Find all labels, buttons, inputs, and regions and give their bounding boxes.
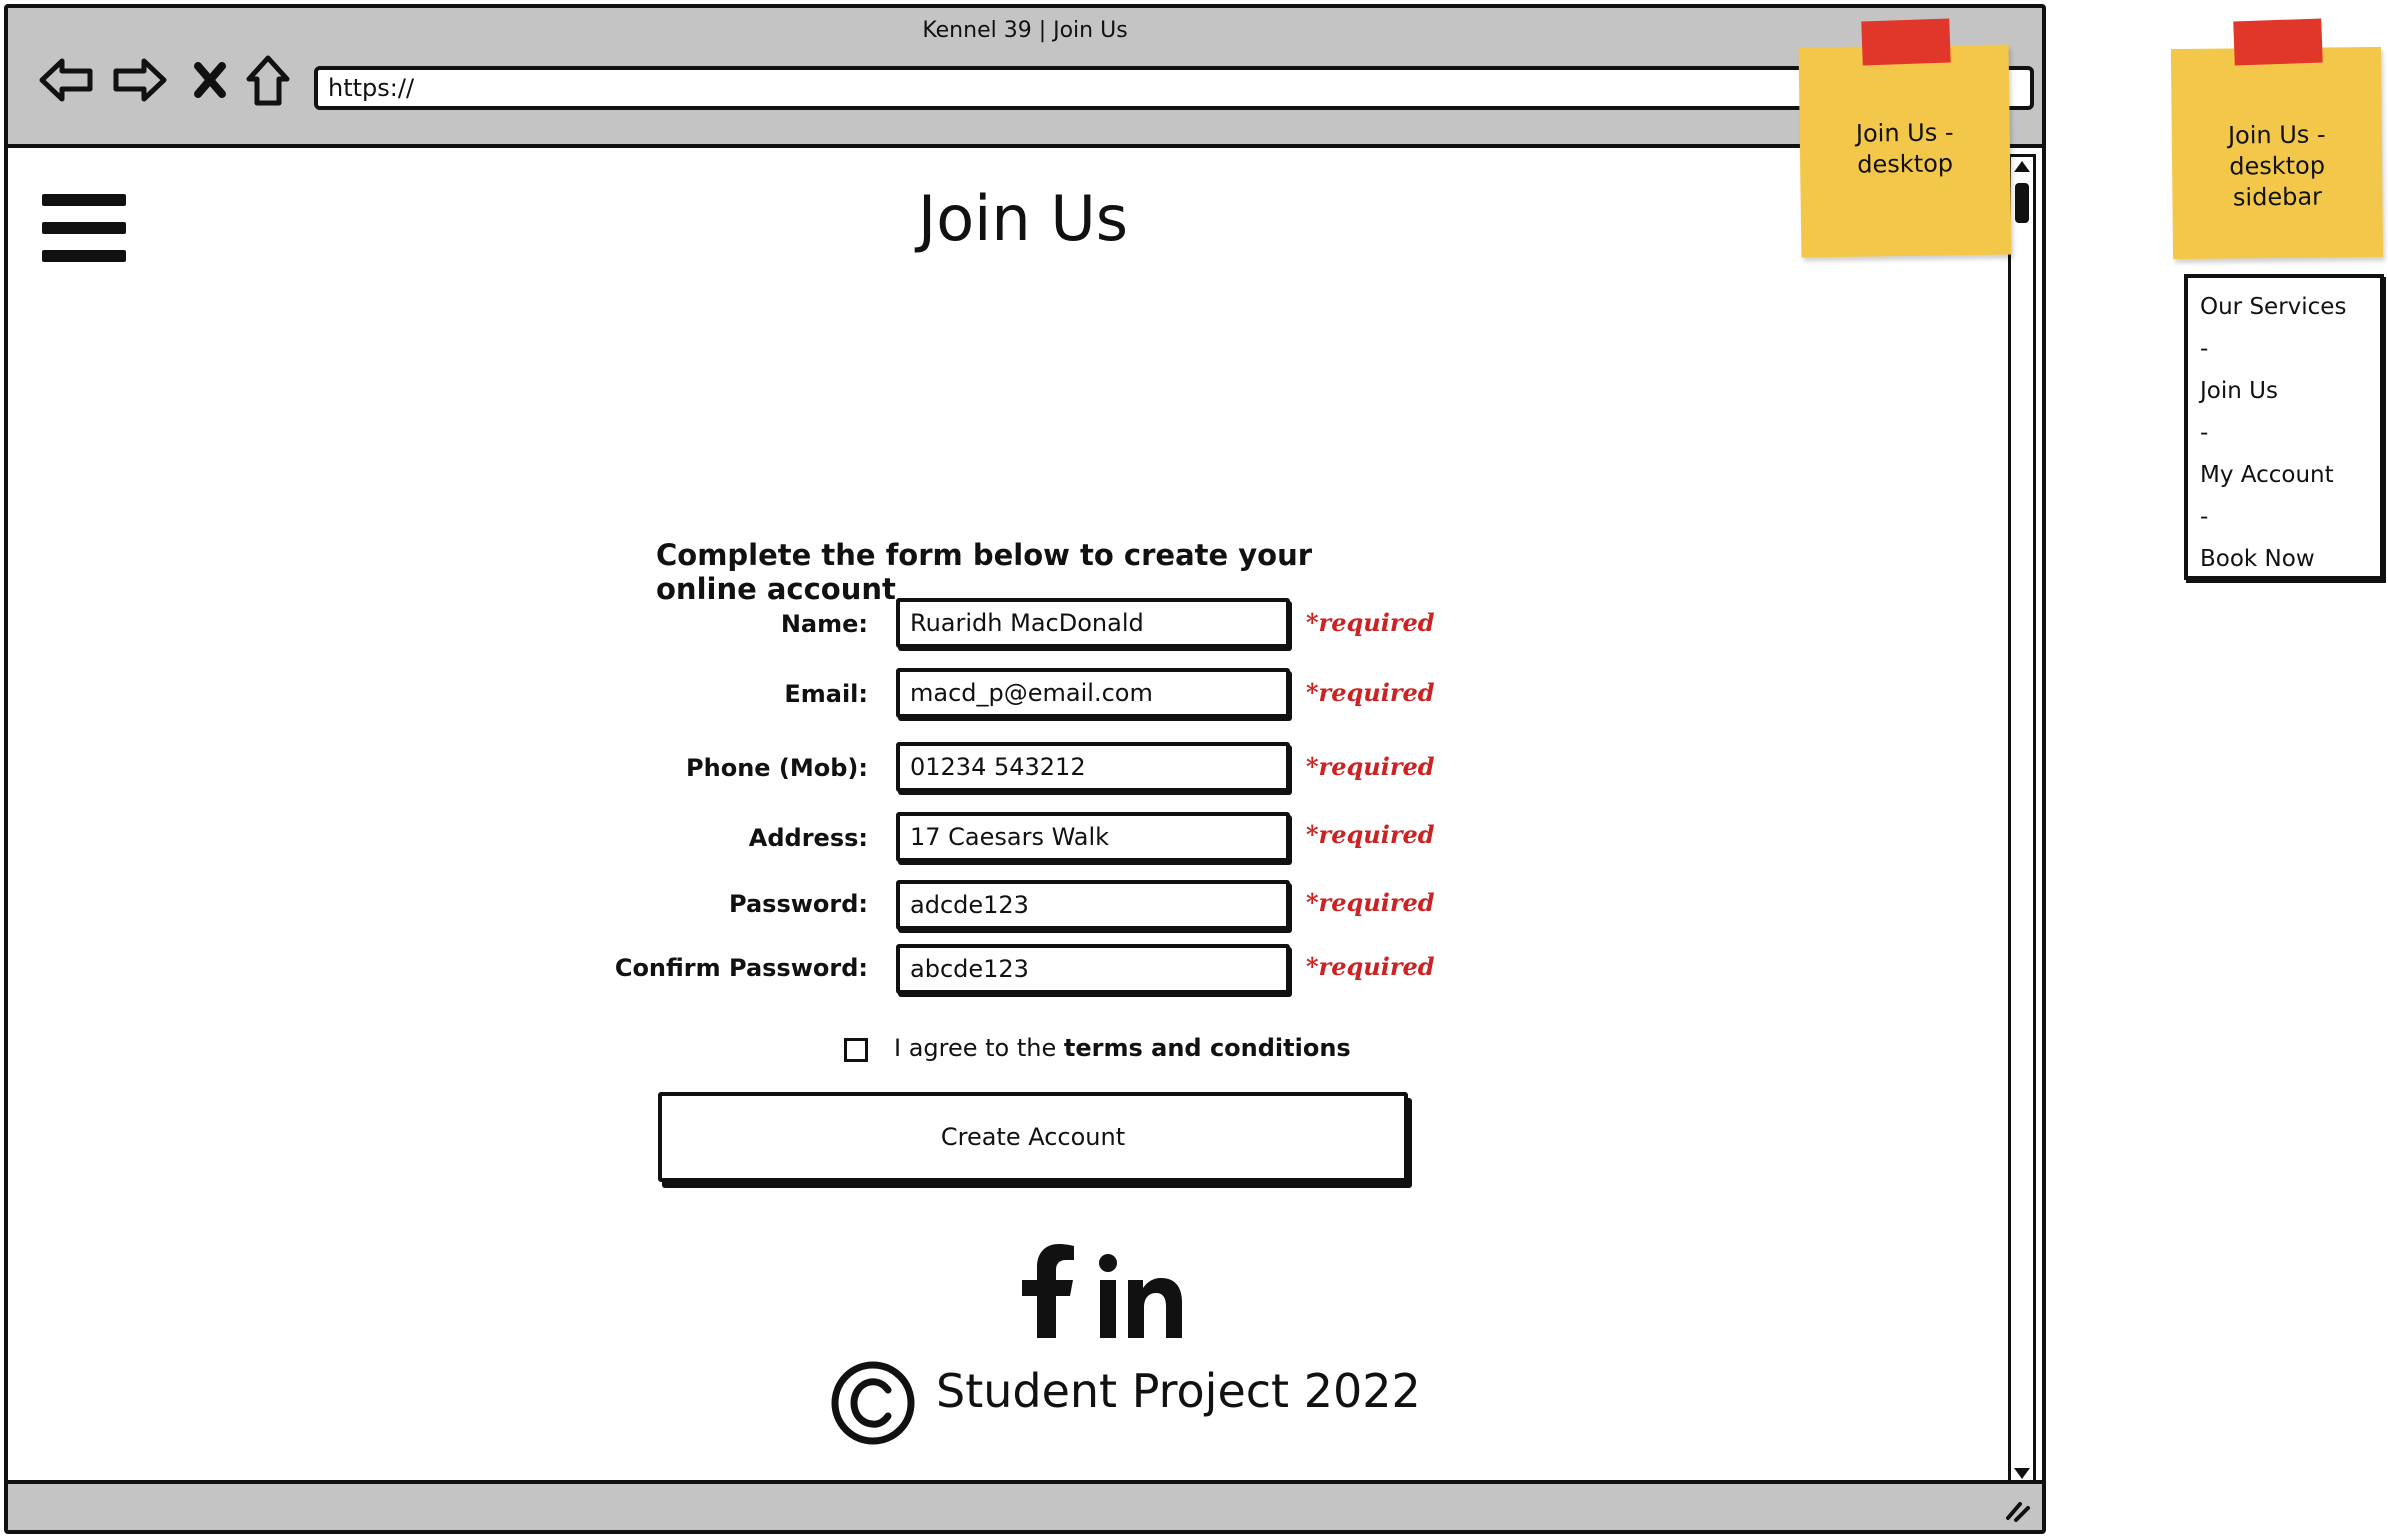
- confirm-password-required-note: *required: [1306, 952, 1435, 981]
- linkedin-icon[interactable]: [1098, 1254, 1184, 1338]
- address-input[interactable]: [896, 812, 1290, 862]
- sidebar-item-book-now[interactable]: Book Now: [2200, 538, 2368, 580]
- page-title: Join Us: [917, 182, 1129, 255]
- sticky-note-sidebar: Join Us - desktop sidebar: [2170, 46, 2384, 260]
- copyright-icon: [830, 1360, 916, 1446]
- browser-titlebar: Kennel 39 | Join Us https://: [8, 8, 2042, 148]
- sticky-note-desktop-text: Join Us - desktop: [1855, 118, 1954, 179]
- tape-icon: [1861, 18, 1951, 66]
- url-bar[interactable]: https://: [314, 66, 2034, 110]
- browser-statusbar: [8, 1480, 2042, 1530]
- terms-link[interactable]: terms and conditions: [1064, 1034, 1351, 1062]
- url-text: https://: [328, 74, 415, 102]
- sidebar-separator: -: [2200, 420, 2209, 446]
- phone-required-note: *required: [1306, 752, 1435, 781]
- sticky-note-sidebar-text: Join Us - desktop sidebar: [2227, 120, 2326, 212]
- home-icon[interactable]: [240, 50, 296, 110]
- form-heading: Complete the form below to create your o…: [656, 538, 1313, 606]
- sidebar-item-join-us[interactable]: Join Us: [2200, 370, 2368, 412]
- password-label: Password:: [729, 890, 868, 918]
- create-account-button[interactable]: Create Account: [658, 1092, 1408, 1182]
- password-input[interactable]: [896, 880, 1290, 930]
- email-input[interactable]: [896, 668, 1290, 718]
- stop-icon[interactable]: [188, 50, 232, 110]
- name-required-note: *required: [1306, 608, 1435, 637]
- sticky-note-desktop: Join Us - desktop: [1798, 44, 2012, 258]
- footer-text: Student Project 2022: [936, 1364, 1421, 1418]
- back-icon[interactable]: [36, 50, 96, 110]
- confirm-password-label: Confirm Password:: [614, 954, 868, 982]
- scroll-up-icon[interactable]: [2011, 157, 2033, 177]
- name-label: Name:: [780, 610, 868, 638]
- email-required-note: *required: [1306, 678, 1435, 707]
- sidebar-item-our-services[interactable]: Our Services: [2200, 286, 2368, 328]
- confirm-password-input[interactable]: [896, 944, 1290, 994]
- forward-icon[interactable]: [110, 50, 170, 110]
- vertical-scrollbar[interactable]: [2008, 154, 2036, 1486]
- window-title: Kennel 39 | Join Us: [922, 18, 1128, 43]
- facebook-icon[interactable]: [1020, 1244, 1076, 1338]
- address-label: Address:: [748, 824, 868, 852]
- tape-icon: [2233, 18, 2323, 66]
- name-input[interactable]: [896, 598, 1290, 648]
- phone-input[interactable]: [896, 742, 1290, 792]
- password-required-note: *required: [1306, 888, 1435, 917]
- resize-grip-icon[interactable]: [2002, 1492, 2032, 1522]
- email-label: Email:: [784, 680, 868, 708]
- phone-label: Phone (Mob):: [686, 754, 868, 782]
- sidebar-separator: -: [2200, 336, 2209, 362]
- terms-label: I agree to the terms and conditions: [894, 1034, 1351, 1062]
- sidebar-item-my-account[interactable]: My Account: [2200, 454, 2368, 496]
- sidebar-separator: -: [2200, 504, 2209, 530]
- sidebar-menu: Our Services - Join Us - My Account - Bo…: [2184, 274, 2384, 580]
- browser-window: Kennel 39 | Join Us https:// Join Us Com…: [4, 4, 2046, 1534]
- address-required-note: *required: [1306, 820, 1435, 849]
- terms-checkbox[interactable]: [844, 1038, 868, 1062]
- terms-prefix: I agree to the: [894, 1034, 1064, 1062]
